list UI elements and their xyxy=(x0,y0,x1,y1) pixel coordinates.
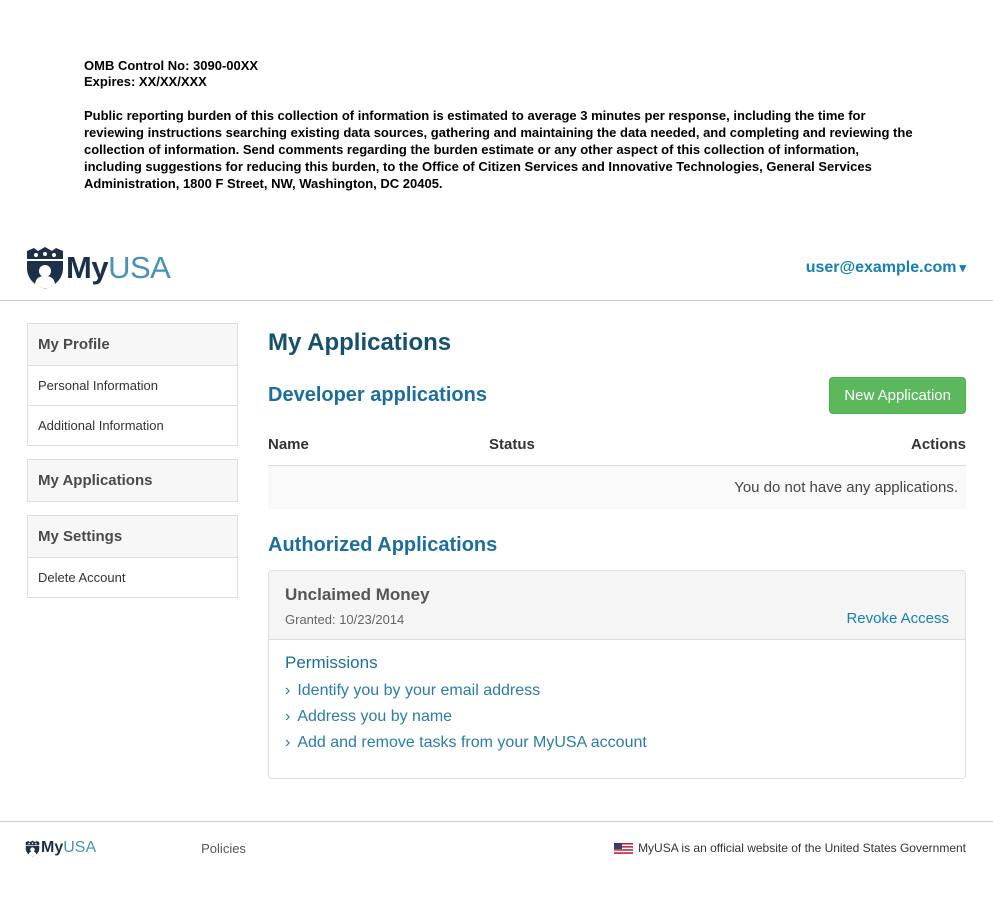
developer-applications-header-row: Developer applications New Application xyxy=(268,377,966,414)
authorized-applications-heading: Authorized Applications xyxy=(268,534,966,557)
permission-item-label: Address you by name xyxy=(297,708,452,725)
sidebar-group-my-settings: My Settings Delete Account xyxy=(27,515,238,598)
developer-applications-heading: Developer applications xyxy=(268,384,487,407)
sidebar-item-my-settings[interactable]: My Settings xyxy=(28,516,237,557)
page-body: My Profile Personal Information Addition… xyxy=(0,301,993,779)
permissions-title: Permissions xyxy=(285,653,949,673)
permission-item-tasks[interactable]: › Add and remove tasks from your MyUSA ac… xyxy=(285,730,949,756)
authorized-app-card-body: Permissions › Identify you by your email … xyxy=(269,640,965,778)
table-header-row: Name Status Actions xyxy=(268,430,966,466)
chevron-right-icon: › xyxy=(285,708,290,725)
footer-official-text: MyUSA is an official website of the Unit… xyxy=(638,841,966,855)
myusa-logo[interactable]: MyUSA xyxy=(25,246,170,290)
omb-notice: OMB Control No: 3090-00XX Expires: XX/XX… xyxy=(84,58,993,90)
authorized-app-granted-date: Granted: 10/23/2014 xyxy=(285,612,430,627)
sidebar-item-my-applications[interactable]: My Applications xyxy=(28,460,237,501)
sidebar-group-my-profile: My Profile Personal Information Addition… xyxy=(27,323,238,446)
authorized-app-card-header: Unclaimed Money Granted: 10/23/2014 Revo… xyxy=(269,571,965,640)
sidebar-item-personal-information[interactable]: Personal Information xyxy=(28,365,237,405)
new-application-button[interactable]: New Application xyxy=(829,377,966,414)
permission-item-label: Identify you by your email address xyxy=(297,682,540,699)
chevron-right-icon: › xyxy=(285,682,290,699)
permission-item-label: Add and remove tasks from your MyUSA acc… xyxy=(297,734,646,751)
permission-item-name[interactable]: › Address you by name xyxy=(285,704,949,730)
shield-icon xyxy=(25,840,40,857)
site-footer: MyUSA Policies MyUSA is an official webs… xyxy=(0,821,993,879)
footer-official-notice: MyUSA is an official website of the Unit… xyxy=(614,841,966,855)
column-header-status: Status xyxy=(489,436,911,453)
sidebar: My Profile Personal Information Addition… xyxy=(27,323,238,611)
sidebar-item-my-profile[interactable]: My Profile xyxy=(28,324,237,365)
developer-applications-table: Name Status Actions You do not have any … xyxy=(268,430,966,509)
us-flag-icon xyxy=(614,843,633,854)
logo-wordmark: MyUSA xyxy=(66,250,170,286)
permissions-list: › Identify you by your email address › Add… xyxy=(285,678,949,756)
sidebar-item-additional-information[interactable]: Additional Information xyxy=(28,405,237,445)
omb-control-number: OMB Control No: 3090-00XX xyxy=(84,58,993,74)
revoke-access-link[interactable]: Revoke Access xyxy=(846,610,949,627)
column-header-actions: Actions xyxy=(911,436,966,453)
policies-link[interactable]: Policies xyxy=(201,841,246,856)
burden-statement: Public reporting burden of this collecti… xyxy=(84,107,914,192)
authorized-app-name: Unclaimed Money xyxy=(285,585,430,605)
chevron-right-icon: › xyxy=(285,734,290,751)
omb-expires: Expires: XX/XX/XXX xyxy=(84,74,993,90)
authorized-app-info: Unclaimed Money Granted: 10/23/2014 xyxy=(285,585,430,627)
sidebar-item-delete-account[interactable]: Delete Account xyxy=(28,557,237,597)
permission-item-email[interactable]: › Identify you by your email address xyxy=(285,678,949,704)
caret-down-icon: ▾ xyxy=(959,260,966,275)
site-header: MyUSA user@example.com▾ xyxy=(0,192,993,301)
shield-icon xyxy=(25,246,65,290)
user-email: user@example.com xyxy=(806,259,957,276)
user-account-menu[interactable]: user@example.com▾ xyxy=(806,259,966,277)
authorized-app-card: Unclaimed Money Granted: 10/23/2014 Revo… xyxy=(268,570,966,779)
main-content: My Applications Developer applications N… xyxy=(268,323,966,779)
sidebar-group-my-applications: My Applications xyxy=(27,459,238,502)
column-header-name: Name xyxy=(268,436,489,453)
footer-logo-wordmark: MyUSA xyxy=(41,839,96,857)
page-title: My Applications xyxy=(268,329,966,357)
table-empty-message: You do not have any applications. xyxy=(268,466,966,509)
footer-myusa-logo[interactable]: MyUSA xyxy=(25,839,96,857)
